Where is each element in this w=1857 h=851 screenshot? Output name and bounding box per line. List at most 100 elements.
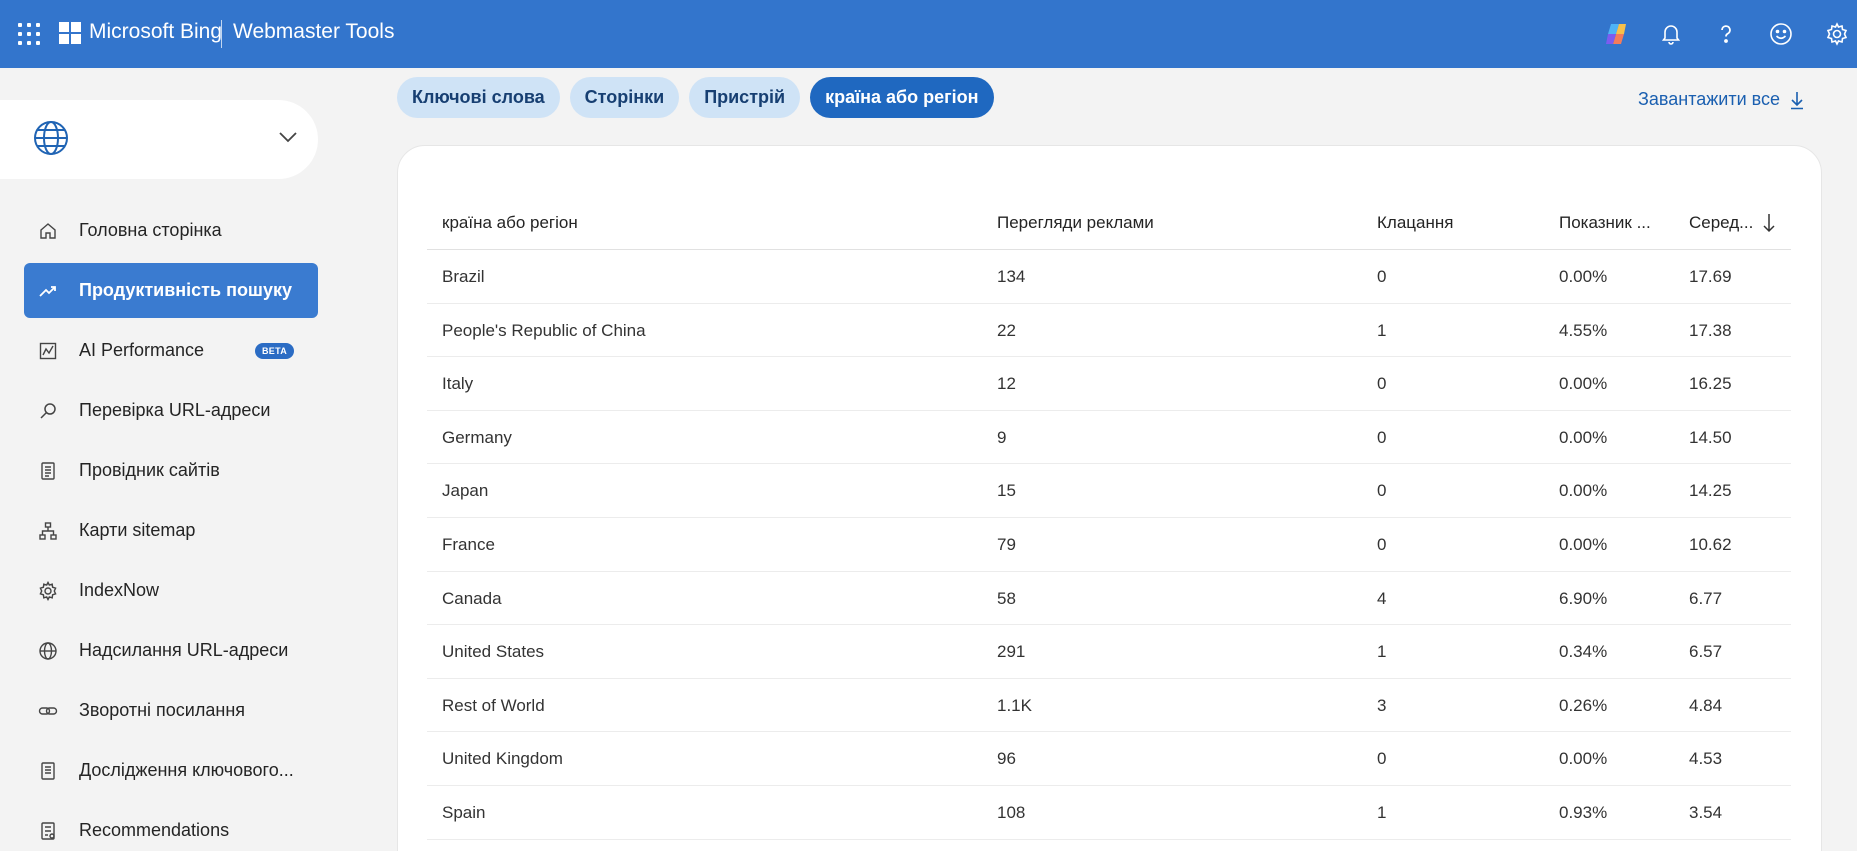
- trend-icon: [39, 286, 56, 297]
- cell-avg-position: 17.69: [1689, 267, 1732, 286]
- brand-name[interactable]: Microsoft Bing: [89, 20, 222, 44]
- cell-impressions: 291: [997, 642, 1026, 662]
- cell-impressions: 134: [997, 267, 1026, 286]
- cell-impressions: 1.1K: [997, 695, 1032, 715]
- cell-ctr: 0.00%: [1559, 749, 1608, 769]
- beta-badge: BETA: [255, 343, 295, 359]
- report-tabs: Ключові слова Сторінки Пристрій країна а…: [397, 77, 994, 118]
- sidebar-item-label: Перевірка URL-адреси: [79, 400, 271, 420]
- cell-avg-position: 6.77: [1689, 588, 1723, 608]
- cell-clicks: 0: [1377, 534, 1387, 554]
- cell-clicks: 1: [1377, 320, 1387, 340]
- smiley-icon[interactable]: [1766, 19, 1796, 49]
- cell-country: France: [442, 534, 495, 554]
- sidebar-item-url-submission[interactable]: Надсилання URL-адреси: [24, 623, 318, 678]
- brand-divider: [221, 20, 222, 48]
- cell-clicks: 1: [1377, 802, 1387, 822]
- cell-avg-position: 4.53: [1689, 749, 1723, 769]
- cell-ctr: 0.00%: [1559, 481, 1608, 501]
- column-header-clicks[interactable]: Клацання: [1377, 213, 1453, 233]
- sidebar-item-ai-performance[interactable]: AI Performance BETA: [24, 323, 318, 378]
- table-row[interactable]: France 79 0 0.00% 10.62: [427, 518, 1791, 572]
- column-header-ctr[interactable]: Показник ...: [1559, 213, 1663, 233]
- cell-country: United States: [442, 642, 545, 662]
- site-selector[interactable]: [0, 100, 318, 179]
- sort-descending-icon[interactable]: [1762, 212, 1776, 234]
- chevron-down-icon[interactable]: [278, 130, 298, 149]
- cell-ctr: 0.00%: [1559, 534, 1608, 554]
- cell-clicks: 4: [1377, 588, 1387, 608]
- sidebar-item-recommendations[interactable]: Recommendations: [24, 803, 318, 851]
- table-row[interactable]: Spain 108 1 0.93% 3.54: [427, 786, 1791, 840]
- cell-ctr: 0.00%: [1559, 374, 1608, 394]
- cell-clicks: 0: [1377, 749, 1387, 769]
- cell-country: Spain: [442, 802, 486, 822]
- tab-device[interactable]: Пристрій: [689, 77, 801, 118]
- sidebar-item-label: Головна сторінка: [79, 220, 222, 240]
- search-icon: [40, 403, 56, 419]
- column-header-impressions[interactable]: Перегляди реклами: [997, 213, 1154, 233]
- app-launcher-icon[interactable]: [18, 23, 40, 45]
- sidebar-item-label: IndexNow: [79, 580, 160, 600]
- cell-clicks: 0: [1377, 481, 1387, 501]
- tab-keywords[interactable]: Ключові слова: [397, 77, 560, 118]
- sidebar-item-label: Продуктивність пошуку: [79, 280, 292, 300]
- sidebar-item-sitemaps[interactable]: Карти sitemap: [24, 503, 318, 558]
- sidebar-item-home[interactable]: Головна сторінка: [24, 203, 318, 258]
- help-icon[interactable]: [1711, 19, 1741, 49]
- cell-clicks: 0: [1377, 374, 1387, 394]
- document-icon: [41, 462, 55, 480]
- cell-impressions: 12: [997, 374, 1016, 394]
- sidebar-item-backlinks[interactable]: Зворотні посилання: [24, 683, 318, 738]
- sidebar-item-label: Recommendations: [79, 820, 230, 840]
- cell-avg-position: 14.25: [1689, 481, 1732, 501]
- table-row[interactable]: Canada 58 4 6.90% 6.77: [427, 572, 1791, 626]
- cell-clicks: 0: [1377, 267, 1387, 286]
- globe-icon: [39, 642, 57, 660]
- sidebar-item-search-performance[interactable]: Продуктивність пошуку: [24, 263, 318, 318]
- table-row[interactable]: United Kingdom 96 0 0.00% 4.53: [427, 732, 1791, 786]
- table-row[interactable]: Japan 15 0 0.00% 14.25: [427, 464, 1791, 518]
- column-header-country[interactable]: країна або регіон: [442, 213, 578, 233]
- cell-ctr: 0.26%: [1559, 695, 1608, 715]
- bell-icon[interactable]: [1656, 19, 1686, 49]
- cell-country: Brazil: [442, 267, 485, 286]
- sidebar-item-indexnow[interactable]: IndexNow: [24, 563, 318, 618]
- copilot-icon[interactable]: [1601, 19, 1631, 49]
- product-name[interactable]: Webmaster Tools: [233, 20, 394, 44]
- tab-pages[interactable]: Сторінки: [569, 77, 680, 118]
- cell-clicks: 0: [1377, 427, 1387, 447]
- globe-icon: [32, 119, 70, 162]
- sidebar-item-label: Надсилання URL-адреси: [79, 640, 289, 660]
- sidebar-item-site-explorer[interactable]: Провідник сайтів: [24, 443, 318, 498]
- table-row[interactable]: Rest of World 1.1K 3 0.26% 4.84: [427, 679, 1791, 733]
- cell-avg-position: 17.38: [1689, 320, 1732, 340]
- table-row[interactable]: Italy 12 0 0.00% 16.25: [427, 357, 1791, 411]
- cell-avg-position: 4.84: [1689, 695, 1723, 715]
- table-row[interactable]: People's Republic of China 22 1 4.55% 17…: [427, 304, 1791, 358]
- sidebar-item-keyword-research[interactable]: Дослідження ключового...: [24, 743, 318, 798]
- microsoft-logo-icon: [59, 22, 81, 44]
- table-row[interactable]: Germany 9 0 0.00% 14.50: [427, 411, 1791, 465]
- download-all-button[interactable]: Завантажити все: [1638, 89, 1805, 110]
- cell-clicks: 1: [1377, 642, 1387, 662]
- table-row[interactable]: United States 291 1 0.34% 6.57: [427, 625, 1791, 679]
- cell-avg-position: 14.50: [1689, 427, 1732, 447]
- sitemap-icon: [39, 522, 57, 540]
- table-row[interactable]: Brazil 134 0 0.00% 17.69: [427, 250, 1791, 304]
- cell-impressions: 96: [997, 749, 1016, 769]
- cell-country: United Kingdom: [442, 749, 563, 769]
- gear-icon[interactable]: [1822, 19, 1852, 49]
- cell-ctr: 6.90%: [1559, 588, 1608, 608]
- cell-impressions: 15: [997, 481, 1016, 501]
- cell-country: People's Republic of China: [442, 320, 646, 340]
- tab-country-region[interactable]: країна або регіон: [810, 77, 994, 118]
- column-header-avg-position[interactable]: Серед...: [1689, 213, 1761, 233]
- cell-country: Canada: [442, 588, 502, 608]
- cell-ctr: 0.34%: [1559, 642, 1608, 662]
- sidebar-item-url-inspection[interactable]: Перевірка URL-адреси: [24, 383, 318, 438]
- home-icon: [40, 223, 56, 239]
- list-icon: [41, 822, 55, 840]
- cell-impressions: 108: [997, 802, 1026, 822]
- cell-avg-position: 6.57: [1689, 642, 1723, 662]
